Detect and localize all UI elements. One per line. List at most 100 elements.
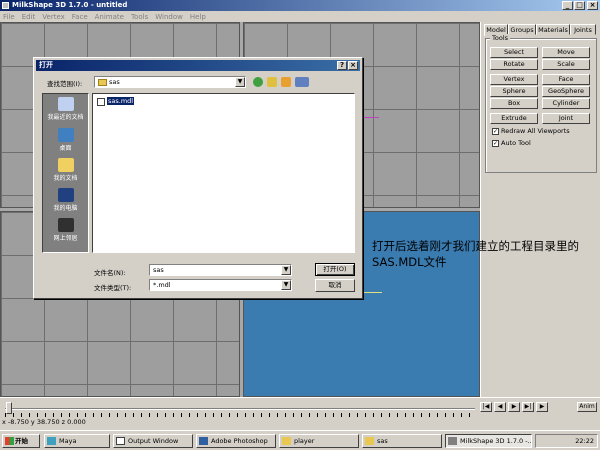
geosphere-button[interactable]: GeoSphere [542,86,590,97]
my-documents-icon [57,158,74,172]
scale-button[interactable]: Scale [542,59,590,70]
menu-file[interactable]: File [3,13,15,21]
dialog-title: 打开 [39,61,53,69]
app-titlebar[interactable]: MilkShape 3D 1.7.0 - untitled _ □ × [0,0,600,11]
auto-tool-label: Auto Tool [501,139,531,147]
redraw-label: Redraw All Viewports [501,127,570,135]
place-label: 我最近的文档 [47,114,84,121]
dialog-titlebar[interactable]: 打开 ? × [36,60,360,71]
places-bar: 我最近的文档 桌面 我的文档 我的电脑 网上邻居 [42,93,89,253]
play-button[interactable]: ▶ [536,402,548,412]
joint-button[interactable]: Joint [542,113,590,124]
app-title: MilkShape 3D 1.7.0 - untitled [12,1,128,9]
task-photoshop[interactable]: Adobe Photoshop [196,434,276,448]
menu-bar: File Edit Vertex Face Animate Tools Wind… [0,11,600,22]
timeline-bar: |◀ ◀ ▶ ▶| ▶ Anim x -8.750 y 38.750 z 0.0… [0,397,600,426]
place-my-computer[interactable]: 我的电脑 [43,188,88,212]
sphere-button[interactable]: Sphere [490,86,538,97]
timeline-ticks [5,413,475,417]
look-in-dropdown[interactable]: sas ▼ [94,76,246,88]
file-item[interactable]: sas.mdl [96,97,135,107]
filetype-label: 文件类型(T): [94,284,132,292]
prev-frame-button[interactable]: ◀ [494,402,506,412]
maximize-button[interactable]: □ [574,1,585,10]
rotate-button[interactable]: Rotate [490,59,538,70]
place-my-documents[interactable]: 我的文档 [43,158,88,182]
menu-tools[interactable]: Tools [131,13,148,21]
task-output-window[interactable]: Output Window [113,434,193,448]
menu-window[interactable]: Window [155,13,183,21]
back-icon[interactable] [253,77,263,87]
file-icon [97,98,105,106]
taskbar: 开始 Maya Output Window Adobe Photoshop pl… [0,430,600,450]
task-label: player [294,437,315,445]
photoshop-icon [199,437,208,445]
place-label: 桌面 [59,145,72,152]
task-label: sas [377,437,388,445]
folder-icon [365,437,374,445]
place-network[interactable]: 网上邻居 [43,218,88,242]
cancel-button[interactable]: 取消 [315,279,355,292]
new-folder-icon[interactable] [281,77,291,87]
filename-label: 文件名(N): [94,269,126,277]
clock: 22:22 [575,437,594,445]
task-label: Output Window [128,437,179,445]
file-name: sas.mdl [107,97,135,105]
system-tray: 22:22 [535,434,598,448]
place-recent[interactable]: 我最近的文档 [43,97,88,121]
chevron-down-icon[interactable]: ▼ [281,265,291,275]
app-icon [2,2,9,9]
close-button[interactable]: × [587,1,598,10]
tab-groups[interactable]: Groups [508,24,536,35]
first-frame-button[interactable]: |◀ [480,402,492,412]
start-label: 开始 [15,437,28,445]
vertex-button[interactable]: Vertex [490,74,538,85]
dialog-close-button[interactable]: × [348,61,358,70]
menu-face[interactable]: Face [72,13,88,21]
up-folder-icon[interactable] [267,77,277,87]
windows-logo-icon [5,437,14,445]
task-label: MilkShape 3D 1.7.0 -... [460,437,532,445]
milkshape-icon [448,437,457,445]
open-button[interactable]: 打开(O) [315,263,355,276]
tab-materials[interactable]: Materials [536,24,570,35]
task-maya[interactable]: Maya [44,434,110,448]
timeline-track[interactable] [5,408,475,410]
redraw-all-viewports-checkbox[interactable]: ✓ Redraw All Viewports [492,127,570,135]
menu-vertex[interactable]: Vertex [42,13,65,21]
task-player[interactable]: player [279,434,359,448]
playback-controls: |◀ ◀ ▶ ▶| ▶ [480,402,550,412]
cylinder-button[interactable]: Cylinder [542,98,590,109]
task-sas[interactable]: sas [362,434,442,448]
extrude-button[interactable]: Extrude [490,113,538,124]
face-button[interactable]: Face [542,74,590,85]
help-button[interactable]: ? [337,61,347,70]
move-button[interactable]: Move [542,47,590,58]
view-menu-icon[interactable] [295,77,309,87]
menu-edit[interactable]: Edit [22,13,36,21]
tab-joints[interactable]: Joints [570,24,596,35]
file-list[interactable]: sas.mdl [92,93,355,253]
menu-animate[interactable]: Animate [95,13,124,21]
select-button[interactable]: Select [490,47,538,58]
auto-tool-checkbox[interactable]: ✓ Auto Tool [492,139,531,147]
filename-value: sas [153,266,164,274]
box-button[interactable]: Box [490,98,538,109]
place-label: 我的电脑 [53,205,78,212]
next-frame-button[interactable]: ▶ [508,402,520,412]
minimize-button[interactable]: _ [562,1,573,10]
chevron-down-icon[interactable]: ▼ [281,280,291,290]
task-milkshape[interactable]: MilkShape 3D 1.7.0 -... [445,434,532,448]
filename-input[interactable]: sas ▼ [149,264,292,276]
filetype-select[interactable]: *.mdl ▼ [149,279,292,291]
anim-button[interactable]: Anim [577,402,597,412]
task-label: Maya [59,437,77,445]
last-frame-button[interactable]: ▶| [522,402,534,412]
menu-help[interactable]: Help [190,13,206,21]
place-desktop[interactable]: 桌面 [43,128,88,152]
start-button[interactable]: 开始 [2,434,40,448]
place-label: 我的文档 [53,175,78,182]
window-icon [116,437,125,445]
tools-group-label: Tools [490,34,511,42]
chevron-down-icon[interactable]: ▼ [235,77,245,87]
